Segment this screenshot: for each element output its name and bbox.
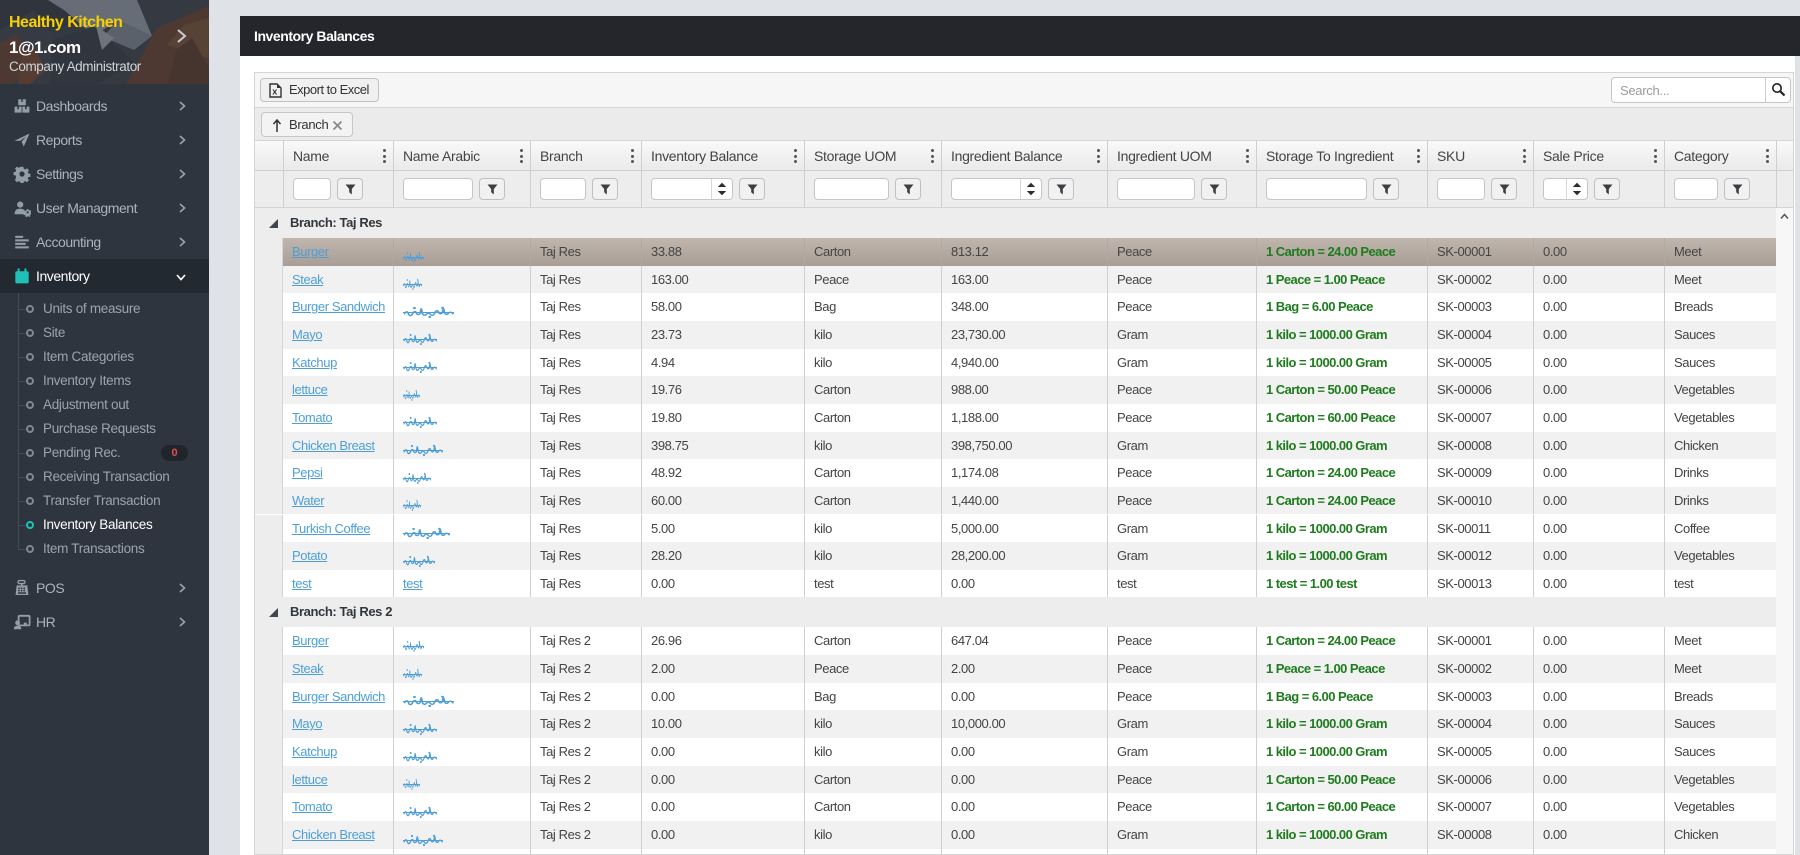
svg-text:x: x	[272, 87, 277, 97]
